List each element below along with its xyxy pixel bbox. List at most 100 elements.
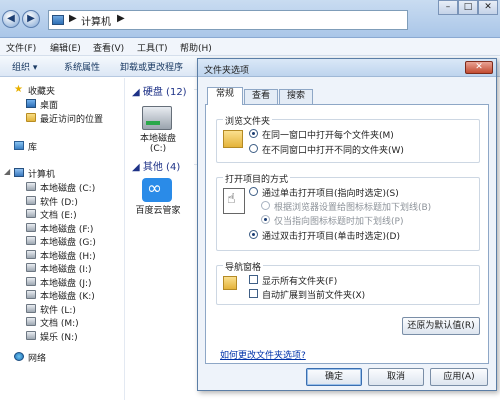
hard-drive-icon [26,182,36,191]
tab-general[interactable]: 常规 [207,87,243,105]
sidebar-library[interactable]: 库 [0,140,125,153]
uninstall-program-button[interactable]: 卸载或更改程序 [120,60,183,73]
hard-drive-icon [26,317,36,326]
sidebar-item-label: 本地磁盘 (J:) [40,278,92,289]
menu-file[interactable]: 文件(F) [6,41,36,54]
hard-drive-icon [26,236,36,245]
sidebar-item-recent[interactable]: 最近访问的位置 [0,112,125,125]
sidebar-item-drive[interactable]: 本地磁盘 (J:) [0,276,125,289]
sidebar-item-drive[interactable]: 文档 (M:) [0,316,125,329]
network-icon [14,352,24,361]
help-link[interactable]: 如何更改文件夹选项? [220,348,306,361]
sidebar-item-drive[interactable]: 软件 (D:) [0,195,125,208]
menu-help[interactable]: 帮助(H) [180,41,212,54]
menu-edit[interactable]: 编辑(E) [50,41,81,54]
group-other-label: 其他 (4) [142,162,181,173]
radio-new-window[interactable] [249,144,258,153]
sidebar-favorites[interactable]: ★ 收藏夹 [0,84,125,98]
open-items-group: 打开项目的方式 通过单击打开项目(指向时选定)(S) 根据浏览器设置给图标标题加… [216,172,480,251]
drive-tile-c[interactable]: 本地磁盘 (C:) [128,106,188,162]
sidebar-favorites-label: 收藏夹 [28,87,56,97]
double-click-label: 通过双击打开项目(单击时选定)(D) [262,232,400,242]
hard-drive-icon [26,330,36,340]
sidebar-item-drive[interactable]: 本地磁盘 (I:) [0,262,125,275]
sidebar-item-label: 本地磁盘 (H:) [40,251,96,262]
menu-tools[interactable]: 工具(T) [137,41,168,54]
sidebar-item-label: 本地磁盘 (K:) [40,292,95,302]
underline-browser-label: 根据浏览器设置给图标标题加下划线(B) [274,203,432,213]
group-header-other[interactable]: ◢ 其他 (4) [132,158,180,173]
sidebar-library-label: 库 [28,143,38,153]
star-icon: ★ [14,84,23,95]
radio-same-window[interactable] [249,129,258,138]
sidebar-item-drive[interactable]: 文档 (E:) [0,208,125,221]
folder-options-dialog: 文件夹选项 ✕ 常规 查看 搜索 浏览文件夹 在同一窗口中打开每个文件夹(M) … [197,58,497,391]
title-bar: ◀ ▶ ▶ 计算机 ▶ – □ ✕ [0,0,500,38]
sidebar-item-drive[interactable]: 本地磁盘 (K:) [0,289,125,302]
close-icon[interactable]: ✕ [465,61,493,74]
sidebar-item-drive[interactable]: 软件 (L:) [0,303,125,316]
tab-view[interactable]: 查看 [244,89,278,104]
sidebar-item-desktop[interactable]: 桌面 [0,98,125,111]
sidebar-item-drive[interactable]: 本地磁盘 (C:) [0,181,125,194]
back-icon[interactable]: ◀ [2,10,20,28]
menu-view[interactable]: 查看(V) [93,41,124,54]
cancel-button[interactable]: 取消 [368,368,424,386]
address-arrow: ▶ [69,13,77,24]
sidebar-item-drive[interactable]: 本地磁盘 (H:) [0,249,125,262]
radio-underline-point[interactable] [261,215,270,224]
group-drives-label: 硬盘 (12) [142,87,187,98]
recent-places-icon [26,113,36,122]
baidu-cloud-tile[interactable]: 百度云管家 [128,178,188,234]
sidebar-computer[interactable]: ◢ 计算机 [0,167,125,180]
sidebar-network[interactable]: 网络 [0,351,125,364]
baidu-cloud-icon [142,178,172,202]
collapse-arrow-icon[interactable]: ◢ [4,167,10,176]
maximize-icon[interactable]: □ [458,0,478,15]
computer-icon [14,168,24,177]
apply-button[interactable]: 应用(A) [430,368,488,386]
sidebar-item-label: 桌面 [40,101,59,111]
navigation-pane: ★ 收藏夹 桌面 最近访问的位置 库 ◢ 计算机 本地磁盘 (C:) 软件 (D:… [0,78,125,400]
forward-icon[interactable]: ▶ [22,10,40,28]
sidebar-item-drive[interactable]: 娱乐 (N:) [0,330,125,343]
tab-search[interactable]: 搜索 [279,89,313,104]
sidebar-item-drive[interactable]: 本地磁盘 (F:) [0,222,125,235]
drive-tile-label: 本地磁盘 (C:) [139,134,176,154]
sidebar-network-label: 网络 [28,354,47,364]
checkbox-show-all-folders[interactable] [249,275,258,284]
sidebar-item-label: 最近访问的位置 [40,115,104,125]
auto-expand-label: 自动扩展到当前文件夹(X) [262,291,366,301]
sidebar-item-label: 软件 (D:) [40,197,78,208]
hard-drive-icon [26,303,36,313]
sidebar-item-label: 娱乐 (N:) [40,332,78,343]
restore-defaults-button[interactable]: 还原为默认值(R) [402,317,480,335]
nav-buttons: ◀ ▶ [2,8,42,30]
group-header-drives[interactable]: ◢ 硬盘 (12) [132,83,187,98]
sidebar-item-drive[interactable]: 本地磁盘 (G:) [0,235,125,248]
folder-window-icon [223,130,243,148]
new-window-label: 在不同窗口中打开不同的文件夹(W) [262,146,404,156]
radio-single-click[interactable] [249,187,258,196]
address-arrow-2[interactable]: ▶ [117,13,125,24]
hard-drive-icon [142,106,172,130]
sidebar-item-label: 本地磁盘 (C:) [40,184,96,194]
hard-drive-icon [26,263,36,272]
system-properties-button[interactable]: 系统属性 [64,60,100,73]
ok-button[interactable]: 确定 [306,368,362,386]
radio-double-click[interactable] [249,230,258,239]
organize-button[interactable]: 组织 ▾ [12,60,37,73]
computer-icon [52,15,64,25]
open-items-title: 打开项目的方式 [223,172,291,185]
library-icon [14,141,24,150]
minimize-icon[interactable]: – [438,0,458,15]
address-bar[interactable]: ▶ 计算机 ▶ [48,10,408,30]
sidebar-item-label: 本地磁盘 (F:) [40,224,94,235]
address-path: 计算机 [81,17,111,28]
checkbox-auto-expand[interactable] [249,289,258,298]
sidebar-computer-label: 计算机 [28,170,56,180]
close-window-icon[interactable]: ✕ [478,0,498,15]
baidu-cloud-label: 百度云管家 [135,206,181,216]
radio-underline-browser[interactable] [261,201,270,210]
hard-drive-icon [26,195,36,205]
